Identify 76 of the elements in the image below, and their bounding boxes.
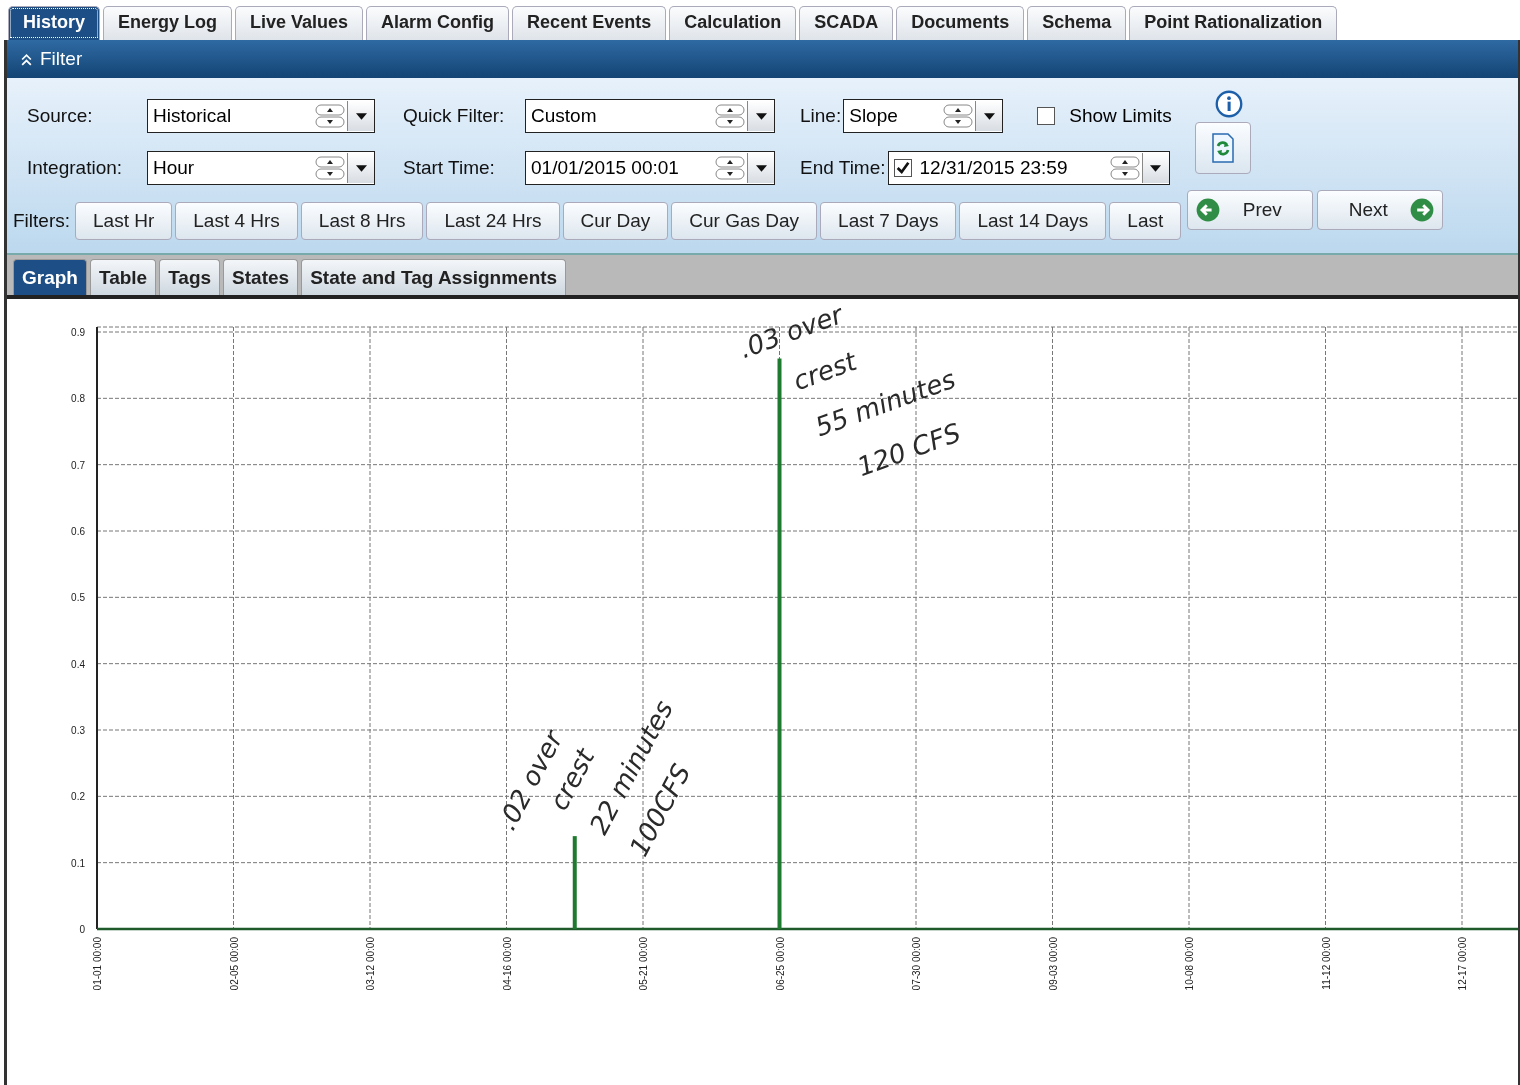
- prev-button[interactable]: Prev: [1187, 190, 1314, 230]
- field-label: Integration:: [27, 157, 124, 179]
- x-axis-label: 03-12 00:00: [365, 937, 376, 991]
- refresh-button[interactable]: [1195, 122, 1252, 174]
- filters-label: Filters:: [13, 210, 70, 232]
- spinner-icon[interactable]: [315, 156, 345, 180]
- x-axis-label: 11-12 00:00: [1320, 937, 1332, 990]
- spinner-icon[interactable]: [943, 104, 974, 128]
- view-tab[interactable]: States: [223, 259, 299, 295]
- combo-box[interactable]: 12/31/2015 23:59: [887, 151, 1170, 185]
- info-icon[interactable]: [1215, 90, 1244, 118]
- field-label: End Time:: [800, 157, 886, 179]
- x-axis-label: 12-17 00:00: [1457, 937, 1468, 991]
- spinner-icon[interactable]: [315, 104, 345, 128]
- handwritten-note: crest: [789, 345, 861, 397]
- x-axis-label: 04-16 00:00: [501, 937, 513, 991]
- quick-filter-button[interactable]: Last 14 Days: [959, 202, 1107, 240]
- combo-box[interactable]: Historical: [147, 99, 375, 133]
- quick-filter-button[interactable]: Last: [1109, 202, 1182, 240]
- view-tab[interactable]: Tags: [159, 259, 221, 295]
- x-axis-label: 05-21 00:00: [638, 937, 649, 991]
- tab[interactable]: History: [8, 6, 100, 40]
- combo-box[interactable]: Hour: [147, 151, 375, 185]
- checkbox[interactable]: [1037, 107, 1056, 125]
- quick-filter-button[interactable]: Last 7 Days: [820, 202, 957, 240]
- spinner-icon[interactable]: [1109, 156, 1140, 180]
- quick-filter-button[interactable]: Last Hr: [75, 202, 173, 240]
- tab[interactable]: Alarm Config: [366, 6, 510, 40]
- x-axis-label: 06-25 00:00: [774, 937, 786, 991]
- view-tab[interactable]: State and Tag Assignments: [301, 259, 567, 295]
- tab[interactable]: SCADA: [799, 6, 894, 40]
- tab[interactable]: Energy Log: [103, 6, 233, 40]
- x-axis-label: 07-30 00:00: [911, 937, 922, 991]
- field-label: Line:: [800, 105, 842, 127]
- combo-box[interactable]: 01/01/2015 00:01: [525, 151, 775, 185]
- tab[interactable]: Calculation: [669, 6, 797, 40]
- next-button[interactable]: Next: [1317, 190, 1444, 230]
- tab[interactable]: Point Rationalization: [1129, 6, 1338, 40]
- quick-filter-button[interactable]: Cur Day: [562, 202, 669, 240]
- filter-title: Filter: [40, 48, 83, 70]
- x-axis-label: 09-03 00:00: [1047, 937, 1059, 991]
- collapse-icon: [21, 52, 32, 66]
- tab[interactable]: Schema: [1027, 6, 1127, 40]
- x-axis-label: 01-01 00:00: [92, 937, 103, 991]
- y-axis-label: 0.8: [71, 393, 85, 405]
- y-axis-label: 0.1: [71, 857, 85, 869]
- y-axis-label: 0.2: [71, 791, 85, 803]
- y-axis-label: 0.9: [71, 327, 85, 338]
- combo-box[interactable]: Slope: [843, 99, 1004, 133]
- field-label: Source:: [27, 105, 94, 127]
- y-axis-label: 0.7: [71, 459, 85, 471]
- x-axis-label: 10-08 00:00: [1184, 937, 1195, 991]
- tab[interactable]: Recent Events: [512, 6, 667, 40]
- quick-filter-button[interactable]: Cur Gas Day: [671, 202, 818, 240]
- tab[interactable]: Live Values: [235, 6, 364, 40]
- combo-box[interactable]: Custom: [525, 99, 775, 133]
- y-axis-label: 0.5: [71, 592, 85, 604]
- filter-header[interactable]: Filter: [7, 40, 1518, 78]
- x-axis-label: 02-05 00:00: [228, 937, 240, 991]
- y-axis-label: 0.6: [71, 526, 85, 537]
- checkbox[interactable]: [893, 159, 912, 177]
- y-axis-label: 0.4: [71, 658, 85, 670]
- field-label: Start Time:: [403, 157, 496, 179]
- checkbox-label: Show Limits: [1069, 105, 1172, 127]
- quick-filter-button[interactable]: Last 24 Hrs: [426, 202, 560, 240]
- tab[interactable]: Documents: [896, 6, 1025, 40]
- quick-filter-button[interactable]: Last 8 Hrs: [300, 202, 424, 240]
- quick-filter-button[interactable]: Last 4 Hrs: [175, 202, 298, 240]
- view-tab[interactable]: Table: [89, 259, 157, 295]
- view-tab[interactable]: Graph: [13, 259, 87, 295]
- y-axis-label: 0.3: [71, 725, 85, 736]
- refresh-document-icon: [1211, 133, 1236, 163]
- spinner-icon[interactable]: [715, 156, 745, 180]
- field-label: Quick Filter:: [403, 105, 506, 127]
- y-axis-label: 0: [79, 924, 85, 935]
- spinner-icon[interactable]: [715, 104, 745, 128]
